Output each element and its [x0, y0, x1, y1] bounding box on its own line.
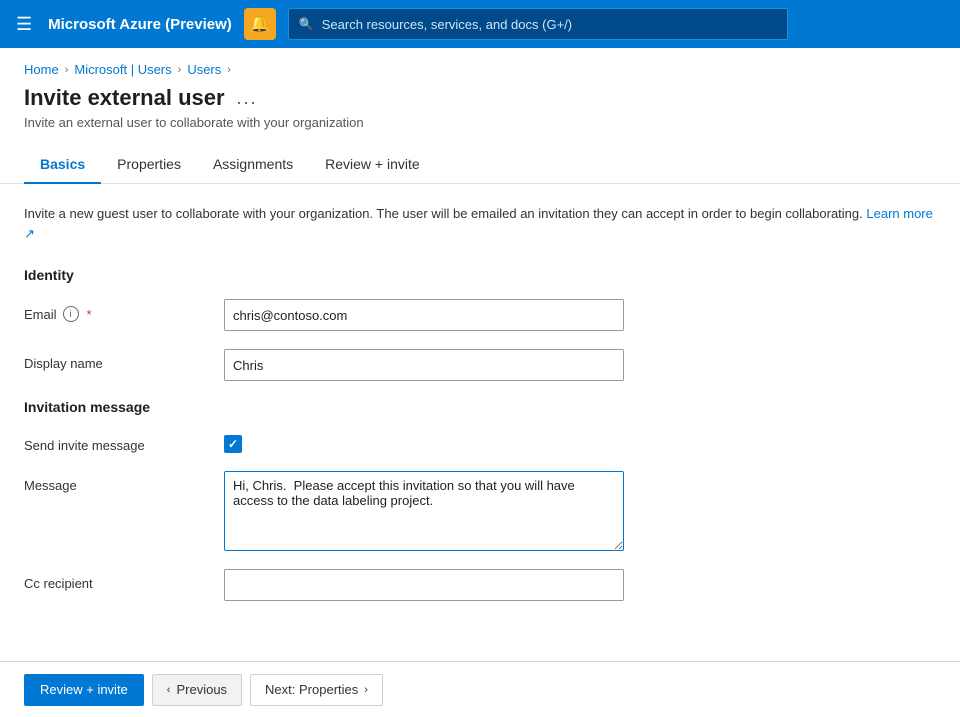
tab-properties[interactable]: Properties	[101, 146, 197, 184]
main-content: Home › Microsoft | Users › Users › Invit…	[0, 48, 960, 661]
tab-assignments[interactable]: Assignments	[197, 146, 309, 184]
send-invite-checkbox-container: ✓	[224, 431, 242, 453]
email-required-marker: *	[87, 307, 92, 322]
tab-review-invite[interactable]: Review + invite	[309, 146, 436, 184]
page-subtitle: Invite an external user to collaborate w…	[24, 115, 936, 130]
tabs-container: Basics Properties Assignments Review + i…	[0, 146, 960, 184]
send-invite-label: Send invite message	[24, 431, 224, 453]
cc-recipient-row: Cc recipient	[24, 569, 936, 601]
search-bar[interactable]: 🔍 Search resources, services, and docs (…	[288, 8, 788, 40]
prev-chevron-icon: ‹	[167, 684, 171, 696]
invitation-section: Invitation message Send invite message ✓…	[24, 399, 936, 601]
breadcrumb-home[interactable]: Home	[24, 62, 59, 77]
form-area: Invite a new guest user to collaborate w…	[0, 184, 960, 639]
breadcrumb: Home › Microsoft | Users › Users ›	[0, 48, 960, 85]
email-input[interactable]	[224, 299, 624, 331]
breadcrumb-sep-3: ›	[227, 64, 231, 76]
display-name-row: Display name	[24, 349, 936, 381]
app-title: Microsoft Azure (Preview)	[48, 16, 232, 33]
bottom-bar: Review + invite ‹ Previous Next: Propert…	[0, 661, 960, 717]
send-invite-checkbox[interactable]: ✓	[224, 435, 242, 453]
email-label: Email i *	[24, 299, 224, 322]
breadcrumb-sep-2: ›	[178, 64, 182, 76]
search-icon: 🔍	[299, 17, 314, 31]
info-banner: Invite a new guest user to collaborate w…	[24, 204, 936, 243]
page-title: Invite external user	[24, 85, 225, 111]
message-label: Message	[24, 471, 224, 493]
next-chevron-icon: ›	[364, 684, 368, 696]
page-header: Invite external user ... Invite an exter…	[0, 85, 960, 130]
external-link-icon: ↗	[24, 226, 35, 241]
message-row: Message Hi, Chris. Please accept this in…	[24, 471, 936, 551]
cc-recipient-input[interactable]	[224, 569, 624, 601]
message-textarea[interactable]: Hi, Chris. Please accept this invitation…	[224, 471, 624, 551]
breadcrumb-sep-1: ›	[65, 64, 69, 76]
display-name-input[interactable]	[224, 349, 624, 381]
topbar: ☰ Microsoft Azure (Preview) 🔔 🔍 Search r…	[0, 0, 960, 48]
next-button[interactable]: Next: Properties ›	[250, 674, 383, 706]
email-info-icon[interactable]: i	[63, 306, 79, 322]
invitation-heading: Invitation message	[24, 399, 936, 415]
hamburger-icon[interactable]: ☰	[12, 10, 36, 39]
review-invite-button[interactable]: Review + invite	[24, 674, 144, 706]
search-placeholder-text: Search resources, services, and docs (G+…	[322, 17, 572, 32]
send-invite-row: Send invite message ✓	[24, 431, 936, 453]
previous-button[interactable]: ‹ Previous	[152, 674, 242, 706]
checkmark-icon: ✓	[228, 437, 238, 451]
cc-recipient-label: Cc recipient	[24, 569, 224, 591]
email-row: Email i *	[24, 299, 936, 331]
breadcrumb-microsoft-users[interactable]: Microsoft | Users	[74, 62, 171, 77]
more-options-icon[interactable]: ...	[237, 88, 258, 109]
identity-heading: Identity	[24, 267, 936, 283]
display-name-label: Display name	[24, 349, 224, 371]
tab-basics[interactable]: Basics	[24, 146, 101, 184]
notification-icon[interactable]: 🔔	[244, 8, 276, 40]
breadcrumb-users[interactable]: Users	[187, 62, 221, 77]
